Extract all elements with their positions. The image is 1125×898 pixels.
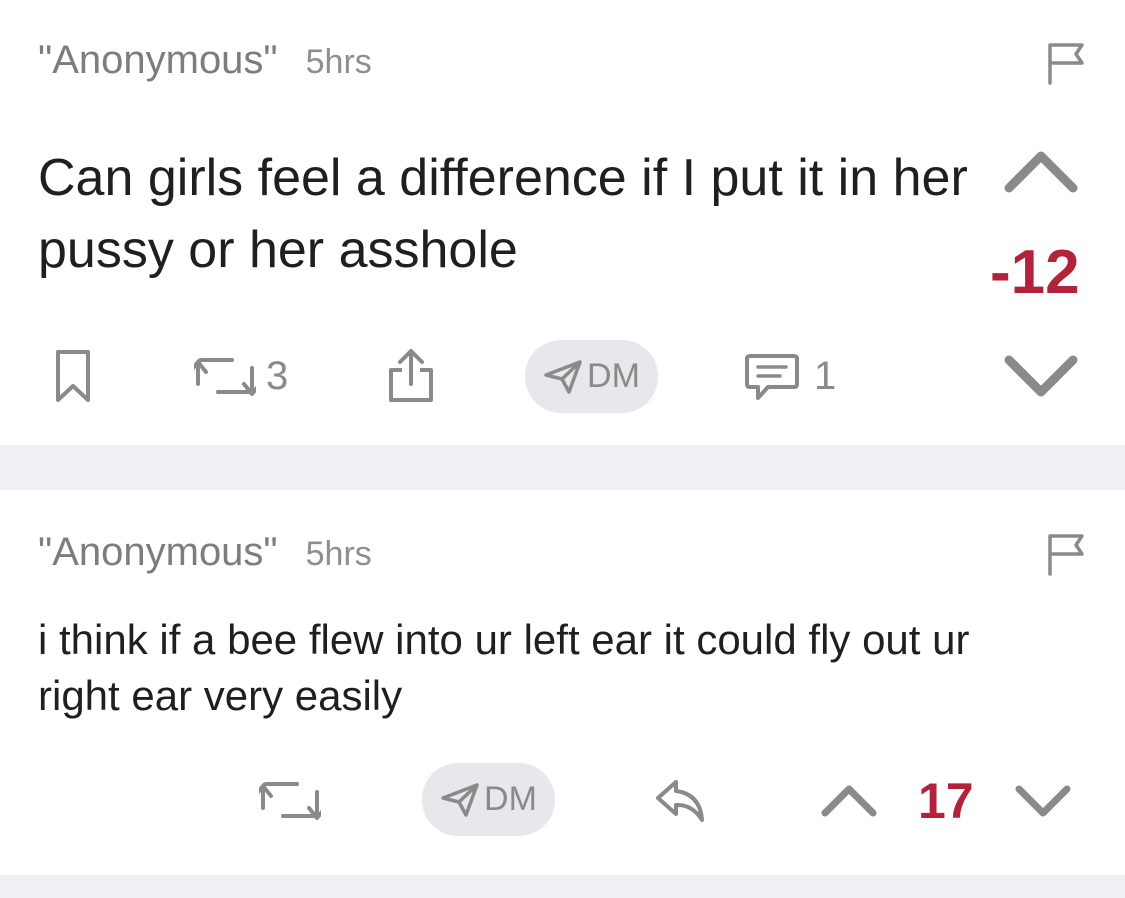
post-time: 5hrs xyxy=(305,43,372,81)
repost-count: 3 xyxy=(266,354,289,398)
flag-icon[interactable] xyxy=(1044,41,1088,85)
post-divider xyxy=(0,445,1125,490)
vote-score: -12 xyxy=(990,238,1080,307)
post-card: "Anonymous" 5hrs Can girls feel a differ… xyxy=(0,0,1125,445)
author-name: "Anonymous" xyxy=(38,530,278,574)
chevron-down-icon[interactable] xyxy=(1014,782,1072,820)
dm-label: DM xyxy=(484,780,537,818)
post-text: Can girls feel a difference if I put it … xyxy=(38,149,968,279)
post-time: 5hrs xyxy=(305,535,372,573)
vote-score: 17 xyxy=(918,773,974,829)
dm-label: DM xyxy=(587,357,640,395)
paper-plane-icon xyxy=(441,782,479,817)
dm-button[interactable]: DM xyxy=(422,763,555,836)
paper-plane-icon xyxy=(544,359,582,394)
chevron-down-icon[interactable] xyxy=(1003,352,1079,400)
bookmark-icon[interactable] xyxy=(54,348,92,404)
post-text: i think if a bee flew into ur left ear i… xyxy=(38,616,970,719)
post-meta: "Anonymous" 5hrs xyxy=(38,38,372,83)
flag-icon[interactable] xyxy=(1044,532,1088,576)
author-name: "Anonymous" xyxy=(38,38,278,82)
reply-arrow-icon[interactable] xyxy=(654,778,706,824)
chevron-up-icon[interactable] xyxy=(1003,148,1079,196)
dm-button[interactable]: DM xyxy=(525,340,658,413)
comment-count: 1 xyxy=(814,354,837,398)
share-icon[interactable] xyxy=(386,348,436,404)
repost-icon[interactable] xyxy=(194,354,256,398)
post-meta: "Anonymous" 5hrs xyxy=(38,530,372,575)
post-divider xyxy=(0,875,1125,898)
comment-bubble-icon[interactable] xyxy=(744,352,800,402)
repost-icon[interactable] xyxy=(259,778,321,822)
chevron-up-icon[interactable] xyxy=(820,782,878,820)
